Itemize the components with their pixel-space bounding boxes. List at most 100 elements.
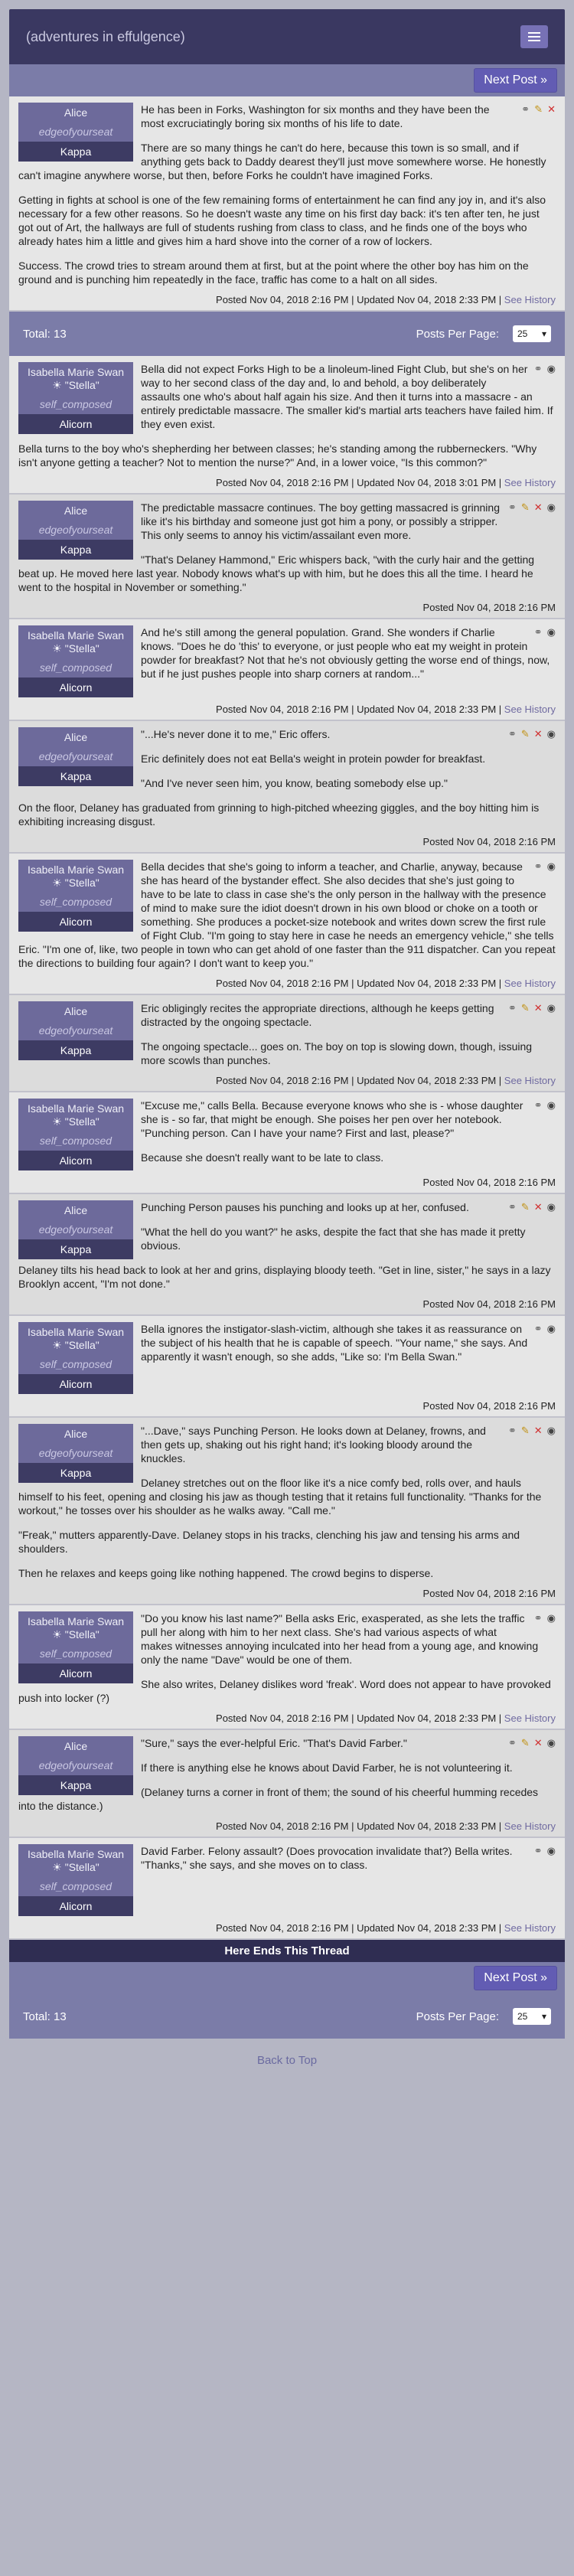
link-icon[interactable]: ⚭ xyxy=(534,627,543,638)
post-meta: Posted Nov 04, 2018 2:16 PM | Updated No… xyxy=(18,975,556,989)
link-icon[interactable]: ⚭ xyxy=(534,861,543,872)
character-name[interactable]: Alice xyxy=(18,1736,133,1757)
link-icon[interactable]: ⚭ xyxy=(534,364,543,374)
character-name[interactable]: Isabella Marie Swan ☀ "Stella" xyxy=(18,1844,133,1878)
see-history-link[interactable]: See History xyxy=(504,1820,556,1832)
see-history-link[interactable]: See History xyxy=(504,477,556,488)
x-icon[interactable]: ✕ xyxy=(534,1425,543,1436)
character-name[interactable]: Alice xyxy=(18,727,133,748)
eye-icon[interactable]: ◉ xyxy=(547,1846,556,1856)
character-name[interactable]: Alice xyxy=(18,1424,133,1445)
pencil-icon[interactable]: ✎ xyxy=(534,104,543,115)
pencil-icon[interactable]: ✎ xyxy=(521,729,530,739)
character-group[interactable]: Alicorn xyxy=(18,912,133,932)
character-screenname[interactable]: edgeofyourseat xyxy=(18,748,133,766)
pencil-icon[interactable]: ✎ xyxy=(521,1738,530,1748)
see-history-link[interactable]: See History xyxy=(504,1712,556,1724)
eye-icon[interactable]: ◉ xyxy=(547,861,556,872)
link-icon[interactable]: ⚭ xyxy=(508,1738,517,1748)
see-history-link[interactable]: See History xyxy=(504,294,556,305)
link-icon[interactable]: ⚭ xyxy=(534,1846,543,1856)
character-group[interactable]: Kappa xyxy=(18,1239,133,1259)
next-post-button-bottom[interactable]: Next Post » xyxy=(474,1966,557,1990)
pencil-icon[interactable]: ✎ xyxy=(521,502,530,513)
link-icon[interactable]: ⚭ xyxy=(508,729,517,739)
eye-icon[interactable]: ◉ xyxy=(547,1324,556,1334)
character-screenname[interactable]: self_composed xyxy=(18,1645,133,1663)
character-group[interactable]: Kappa xyxy=(18,142,133,162)
back-to-top-link[interactable]: Back to Top xyxy=(9,2039,565,2082)
eye-icon[interactable]: ◉ xyxy=(547,502,556,513)
next-post-button[interactable]: Next Post » xyxy=(474,68,557,93)
eye-icon[interactable]: ◉ xyxy=(547,1425,556,1436)
character-screenname[interactable]: edgeofyourseat xyxy=(18,123,133,142)
eye-icon[interactable]: ◉ xyxy=(547,627,556,638)
character-name[interactable]: Alice xyxy=(18,1001,133,1022)
x-icon[interactable]: ✕ xyxy=(547,104,556,115)
see-history-link[interactable]: See History xyxy=(504,704,556,715)
character-screenname[interactable]: edgeofyourseat xyxy=(18,1757,133,1775)
eye-icon[interactable]: ◉ xyxy=(547,1202,556,1213)
character-screenname[interactable]: edgeofyourseat xyxy=(18,1445,133,1463)
x-icon[interactable]: ✕ xyxy=(534,729,543,739)
eye-icon[interactable]: ◉ xyxy=(547,729,556,739)
eye-icon[interactable]: ◉ xyxy=(547,1738,556,1748)
character-group[interactable]: Alicorn xyxy=(18,1151,133,1170)
x-icon[interactable]: ✕ xyxy=(534,1202,543,1213)
character-name[interactable]: Isabella Marie Swan ☀ "Stella" xyxy=(18,1611,133,1645)
eye-icon[interactable]: ◉ xyxy=(547,1613,556,1624)
character-name[interactable]: Isabella Marie Swan ☀ "Stella" xyxy=(18,1322,133,1356)
link-icon[interactable]: ⚭ xyxy=(534,1613,543,1624)
link-icon[interactable]: ⚭ xyxy=(508,502,517,513)
x-icon[interactable]: ✕ xyxy=(534,502,543,513)
character-screenname[interactable]: self_composed xyxy=(18,1356,133,1374)
eye-icon[interactable]: ◉ xyxy=(547,364,556,374)
character-group[interactable]: Alicorn xyxy=(18,677,133,697)
per-page-select[interactable]: 25 ▾ xyxy=(513,325,551,342)
link-icon[interactable]: ⚭ xyxy=(508,1202,517,1213)
eye-icon[interactable]: ◉ xyxy=(547,1100,556,1111)
character-name[interactable]: Isabella Marie Swan ☀ "Stella" xyxy=(18,860,133,893)
character-name[interactable]: Alice xyxy=(18,501,133,521)
x-icon[interactable]: ✕ xyxy=(534,1738,543,1748)
character-name[interactable]: Alice xyxy=(18,103,133,123)
post-timestamp: Posted Nov 04, 2018 2:16 PM | Updated No… xyxy=(216,1922,504,1934)
character-group[interactable]: Kappa xyxy=(18,1463,133,1483)
character-group[interactable]: Alicorn xyxy=(18,414,133,434)
character-screenname[interactable]: self_composed xyxy=(18,1132,133,1151)
character-screenname[interactable]: self_composed xyxy=(18,1878,133,1896)
eye-icon[interactable]: ◉ xyxy=(547,1003,556,1014)
character-name[interactable]: Isabella Marie Swan ☀ "Stella" xyxy=(18,1099,133,1132)
character-group[interactable]: Alicorn xyxy=(18,1374,133,1394)
pencil-icon[interactable]: ✎ xyxy=(521,1202,530,1213)
link-icon[interactable]: ⚭ xyxy=(521,104,530,115)
link-icon[interactable]: ⚭ xyxy=(508,1003,517,1014)
link-icon[interactable]: ⚭ xyxy=(534,1100,543,1111)
see-history-link[interactable]: See History xyxy=(504,978,556,989)
character-group[interactable]: Alicorn xyxy=(18,1663,133,1683)
character-group[interactable]: Alicorn xyxy=(18,1896,133,1916)
pencil-icon[interactable]: ✎ xyxy=(521,1425,530,1436)
character-name[interactable]: Isabella Marie Swan ☀ "Stella" xyxy=(18,625,133,659)
character-group[interactable]: Kappa xyxy=(18,766,133,786)
character-screenname[interactable]: edgeofyourseat xyxy=(18,1022,133,1040)
character-group[interactable]: Kappa xyxy=(18,1775,133,1795)
site-title[interactable]: (adventures in effulgence) xyxy=(26,29,185,45)
see-history-link[interactable]: See History xyxy=(504,1922,556,1934)
character-screenname[interactable]: self_composed xyxy=(18,396,133,414)
character-screenname[interactable]: edgeofyourseat xyxy=(18,521,133,540)
character-group[interactable]: Kappa xyxy=(18,1040,133,1060)
see-history-link[interactable]: See History xyxy=(504,1075,556,1086)
character-name[interactable]: Alice xyxy=(18,1200,133,1221)
character-name[interactable]: Isabella Marie Swan ☀ "Stella" xyxy=(18,362,133,396)
per-page-select[interactable]: 25 ▾ xyxy=(513,2008,551,2025)
link-icon[interactable]: ⚭ xyxy=(508,1425,517,1436)
menu-button[interactable] xyxy=(520,25,548,48)
character-group[interactable]: Kappa xyxy=(18,540,133,560)
link-icon[interactable]: ⚭ xyxy=(534,1324,543,1334)
character-screenname[interactable]: self_composed xyxy=(18,893,133,912)
character-screenname[interactable]: edgeofyourseat xyxy=(18,1221,133,1239)
pencil-icon[interactable]: ✎ xyxy=(521,1003,530,1014)
x-icon[interactable]: ✕ xyxy=(534,1003,543,1014)
character-screenname[interactable]: self_composed xyxy=(18,659,133,677)
